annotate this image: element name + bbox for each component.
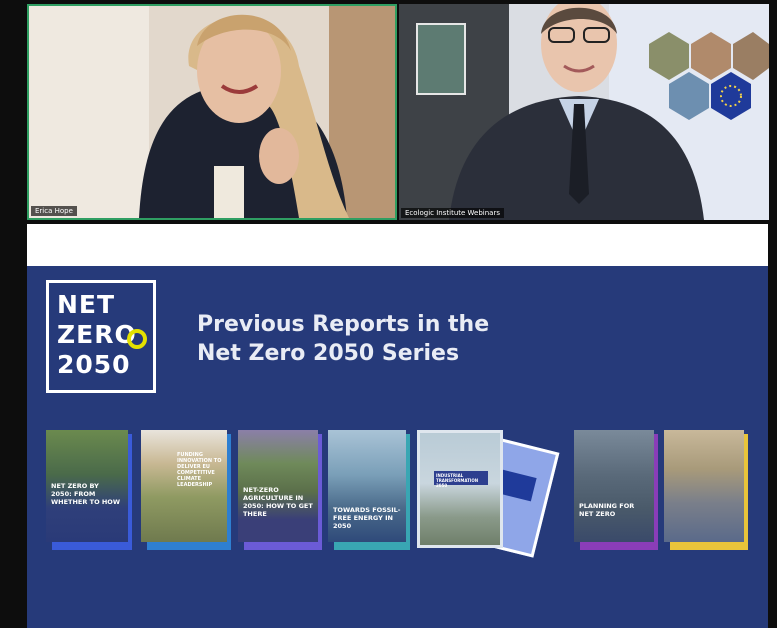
slide-title: Previous Reports in the Net Zero 2050 Se… <box>197 310 617 368</box>
report-title: Net Zero by 2050: From Whether to How <box>51 482 120 506</box>
net-zero-2050-logo: NET ZERO 2050 <box>46 280 156 393</box>
report-title: Towards Fossil-Free Energy in 2050 <box>333 506 401 530</box>
report-title: Industrial Transformation 2050 <box>436 473 479 488</box>
report-cover: Net Zero by 2050: From Whether to How <box>46 430 134 550</box>
logo-ring-icon <box>127 329 147 349</box>
report-cover <box>664 430 750 550</box>
participant-name-label: Erica Hope <box>31 206 77 216</box>
participant-video-erica <box>29 6 395 218</box>
video-tile-erica-hope[interactable]: Erica Hope <box>27 4 397 220</box>
report-cover: Funding Innovation to Deliver EU Competi… <box>141 430 233 550</box>
report-title: Funding Innovation to Deliver EU Competi… <box>177 452 222 488</box>
logo-line-net: NET <box>57 290 116 319</box>
slide-title-line-2: Net Zero 2050 Series <box>197 341 460 366</box>
slide-top-bar <box>27 224 768 266</box>
video-tile-ecologic-institute[interactable]: Ecologic Institute Webinars <box>399 4 769 220</box>
report-cover: Towards Fossil-Free Energy in 2050 <box>328 430 412 550</box>
logo-line-2050: 2050 <box>57 350 131 379</box>
participant-video-ecologic <box>399 4 769 220</box>
report-title: Planning for Net Zero <box>579 502 635 518</box>
participant-name-label: Ecologic Institute Webinars <box>401 208 504 218</box>
shared-presentation-slide: NET ZERO 2050 Previous Reports in the Ne… <box>27 224 768 628</box>
report-cover: Planning for Net Zero <box>574 430 660 550</box>
report-title: Net-Zero Agriculture in 2050: How to Get… <box>243 486 313 518</box>
report-cover: Industrial Transformation 2050 <box>417 430 503 548</box>
slide-title-line-1: Previous Reports in the <box>197 312 490 337</box>
report-cover: Net-Zero Agriculture in 2050: How to Get… <box>238 430 324 550</box>
